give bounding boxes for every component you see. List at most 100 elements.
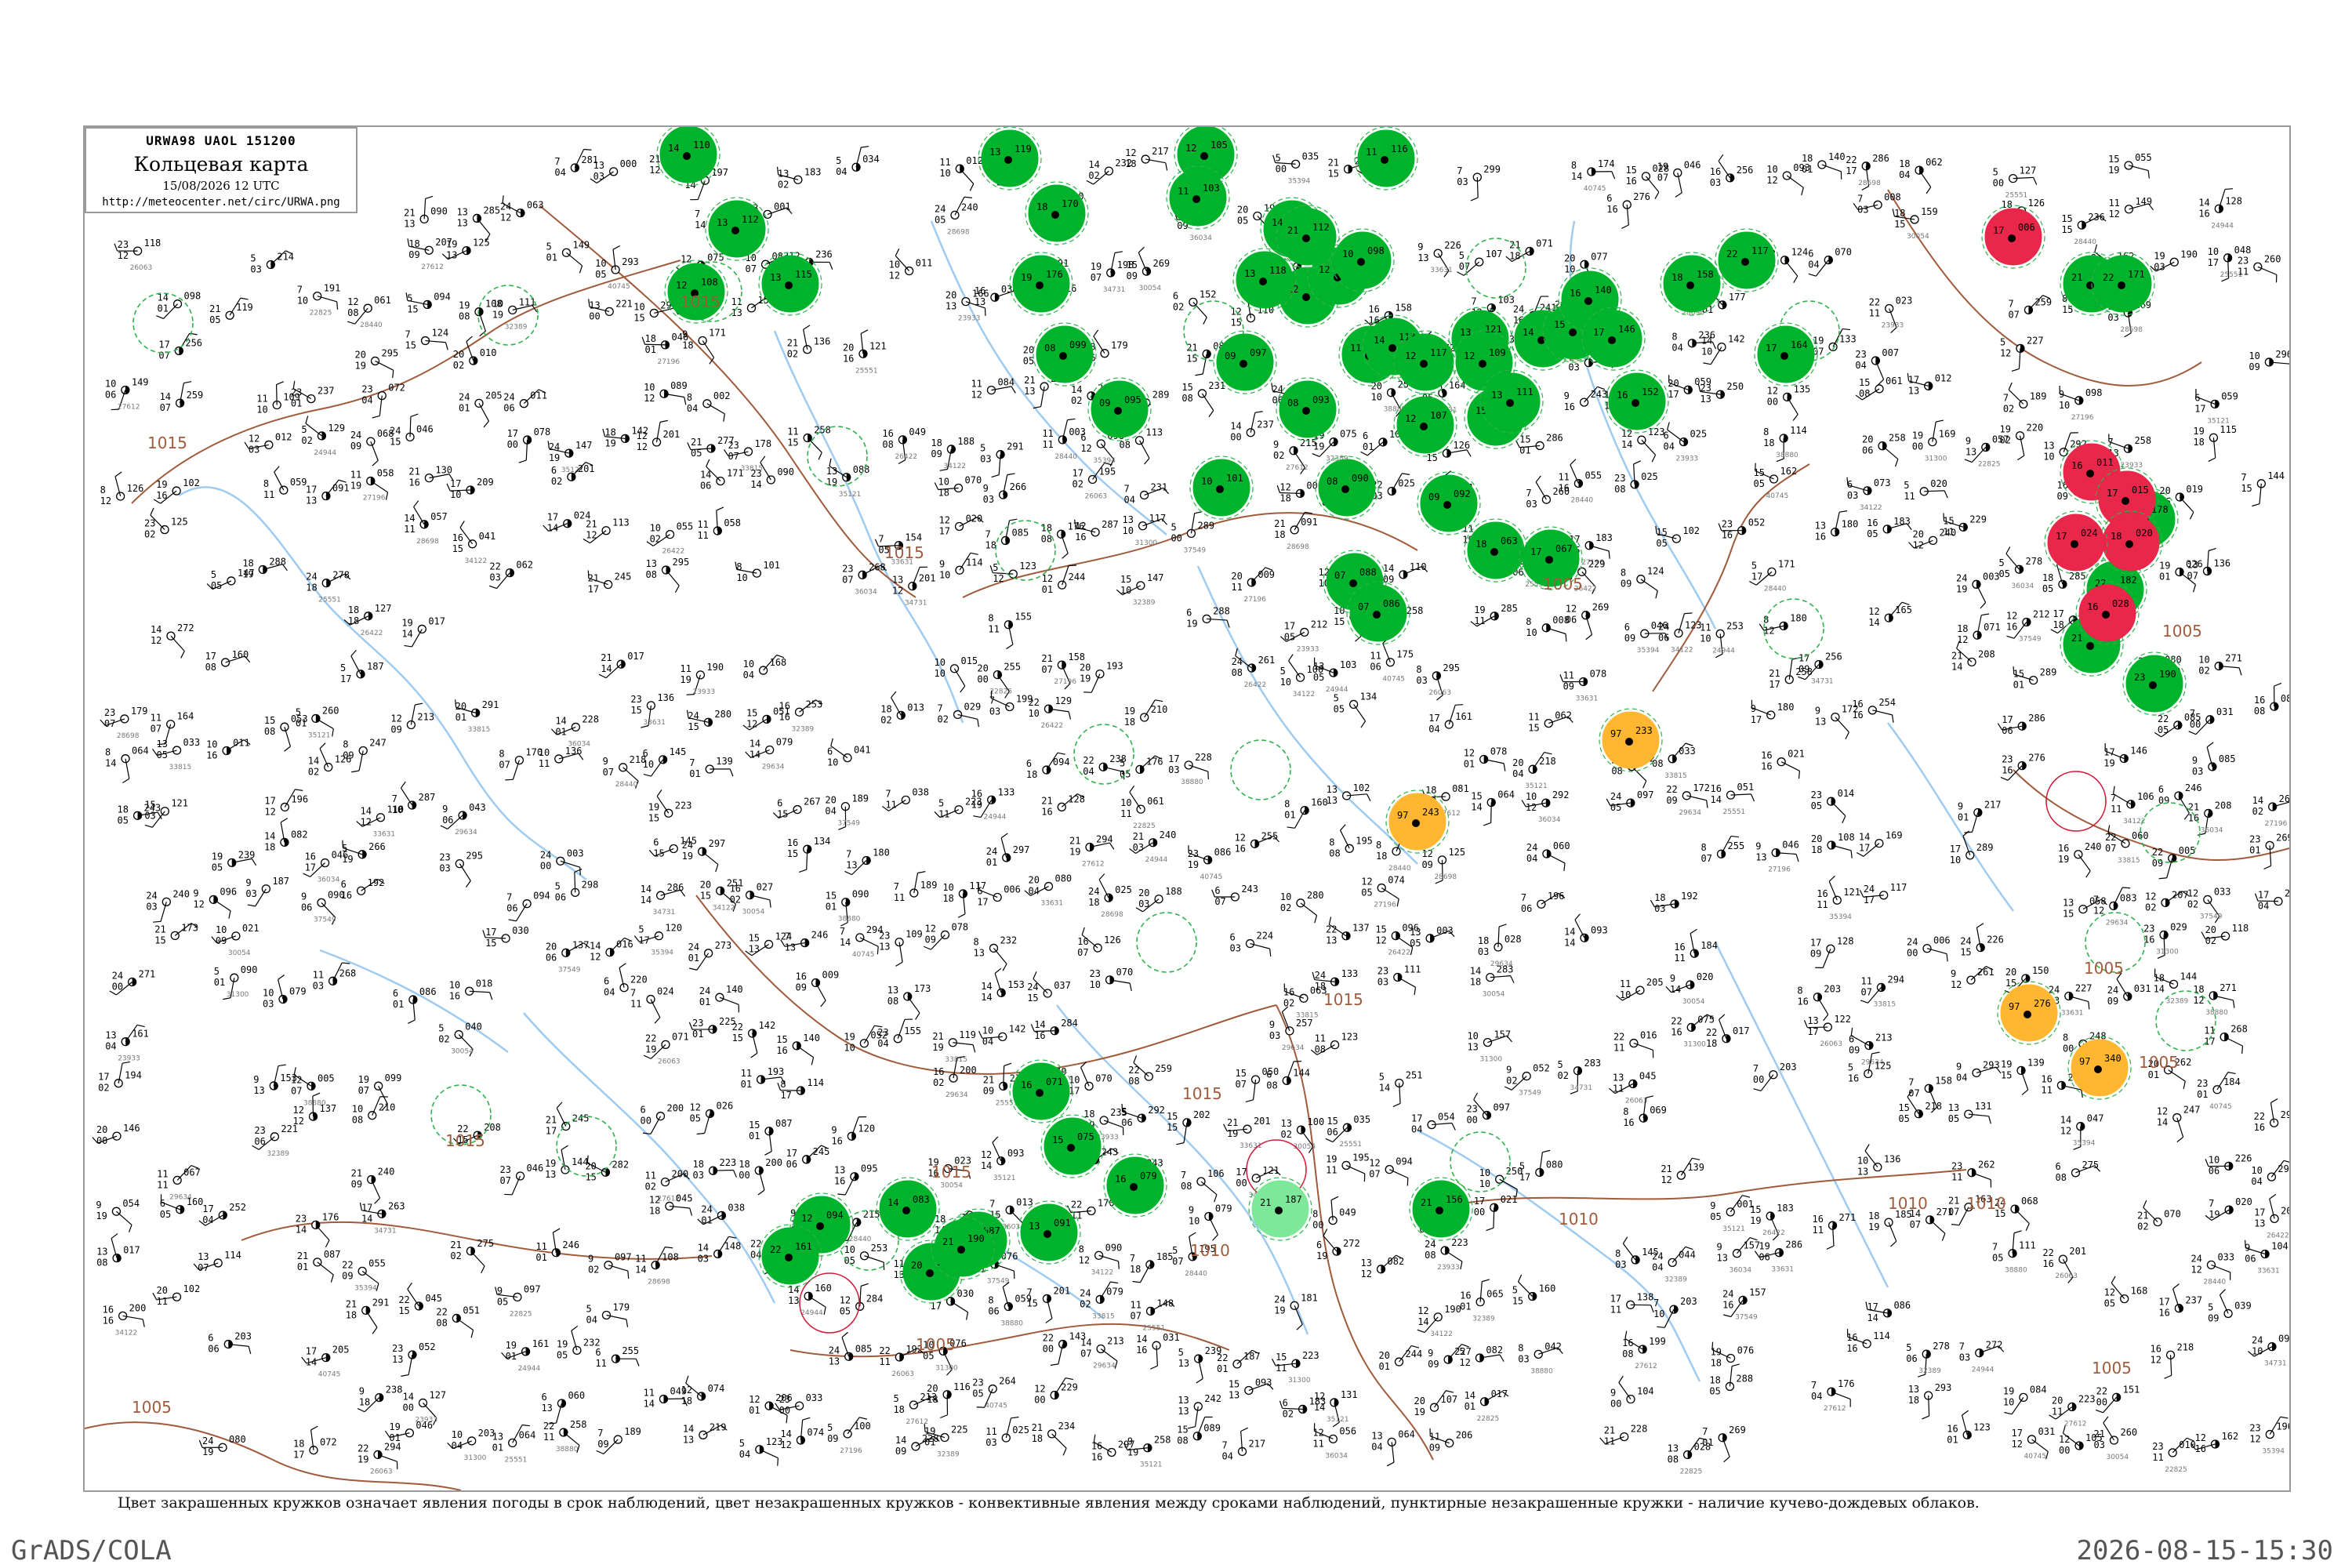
station-dewpoint: 03 (313, 980, 324, 991)
station-dewpoint: 10 (1564, 263, 1575, 274)
station-dewpoint: 15 (648, 812, 659, 823)
station-temperature: 24 (1272, 384, 1283, 395)
wind-barb-feather (330, 1274, 334, 1283)
station-code: 38880 (556, 1446, 579, 1454)
wind-barb-feather (144, 824, 153, 828)
station-dewpoint: 03 (1710, 177, 1721, 188)
wind-barb-feather (228, 910, 231, 919)
station-temperature: 24 (688, 710, 699, 721)
station-plot: 0632412 (500, 195, 544, 223)
wind-barb-feather (654, 1017, 661, 1024)
station-code: 29634 (455, 829, 477, 837)
station-dewpoint: 02 (1080, 1298, 1091, 1309)
station-pressure: 045 (676, 1192, 693, 1203)
station-plot: 2282111 (1599, 1424, 1647, 1447)
wind-barb (1382, 643, 1391, 662)
station-temperature: 12 (939, 514, 950, 525)
station-pressure: 219 (710, 1421, 727, 1432)
station-plot: 291200133815 (455, 699, 499, 734)
station-code: 28440 (1570, 497, 1593, 505)
wind-barb (1822, 949, 1831, 968)
station-plot: 192616 (341, 877, 385, 901)
wind-barb-feather (972, 1044, 976, 1053)
station-temperature: 5 (1459, 250, 1465, 261)
station-temperature: 9 (939, 558, 945, 569)
station-temperature: 11 (1315, 1033, 1326, 1044)
station-dewpoint: 03 (1457, 176, 1468, 187)
station-pressure: 052 (419, 1341, 436, 1352)
station-dewpoint: 16 (1091, 1451, 1102, 1462)
wind-barb-feather (1133, 1055, 1138, 1063)
station-temperature: 17 (786, 1148, 797, 1159)
station-plot: 291503 (980, 441, 1024, 478)
wind-barb-feather (374, 1197, 380, 1204)
station-pressure: 180 (1777, 702, 1795, 713)
station-plot: 079240233815 (1080, 1281, 1123, 1320)
station-temperature: 16 (1817, 888, 1828, 899)
station-temperature: 6 (1266, 1069, 1272, 1080)
station-dewpoint: 04 (361, 395, 372, 406)
station-pressure: 128 (1068, 793, 1085, 804)
station-temperature: 18 (1957, 623, 1968, 634)
station-plot: 133161924944 (971, 786, 1015, 821)
station-temperature: 19 (446, 239, 457, 250)
station-pressure: 064 (132, 746, 149, 757)
station-temperature: 15 (1120, 574, 1131, 585)
station-code: 26063 (1085, 492, 1108, 500)
station-pressure: 171 (1778, 558, 1795, 569)
station-dewpoint: 13 (1815, 717, 1826, 728)
station-code: 30054 (742, 909, 765, 916)
station-temperature: 19 (459, 300, 470, 311)
wind-barb-feather (248, 1346, 252, 1355)
station-temperature: 17 (306, 485, 317, 495)
wind-barb-feather (1457, 271, 1465, 276)
station-pressure: 096 (220, 886, 237, 897)
station-code: 34731 (653, 909, 676, 916)
station-temperature: 14 (555, 715, 566, 726)
station-dewpoint: 09 (924, 934, 935, 945)
station-plot: 1112303 (1377, 964, 1421, 996)
station-plot: 2841205 (840, 1283, 883, 1316)
station-plot: 1851819 (1868, 1209, 1912, 1247)
station-pressure: 113 (612, 517, 630, 528)
station-code: 26422 (1762, 1229, 1785, 1237)
station-pressure: 213 (417, 712, 434, 723)
wind-barb-feather (729, 768, 734, 777)
station-plot: 190111923933 (680, 662, 724, 696)
station-temperature: 23 (439, 852, 450, 863)
station-dewpoint: 03 (985, 1437, 996, 1448)
station-dewpoint: 11 (539, 758, 550, 769)
station-temperature: 16 (1622, 1338, 1633, 1348)
station-dewpoint: 19 (971, 799, 982, 810)
station-pressure: 201 (1053, 1285, 1070, 1296)
wind-barb (1875, 360, 1885, 380)
wind-barb (213, 898, 231, 912)
station-temperature: 18 (1041, 522, 1052, 533)
isobar-line (85, 1421, 462, 1490)
station-dewpoint: 11 (404, 524, 415, 535)
station-plot: 04390629634 (440, 802, 486, 837)
station-temperature: 24 (701, 1203, 712, 1214)
station-temperature: 14 (404, 513, 415, 524)
station-plot: 137200637549 (546, 939, 590, 974)
station-pressure: 058 (377, 468, 394, 479)
station-temperature: 7 (985, 528, 991, 539)
station-dewpoint: 11 (938, 809, 949, 820)
station-plot: 1251913 (441, 238, 490, 261)
station-dewpoint: 12 (590, 952, 601, 963)
station-dewpoint: 02 (1173, 301, 1184, 312)
station-dewpoint: 02 (301, 435, 312, 446)
wind-barb-feather (445, 342, 448, 350)
station-dewpoint: 08 (1232, 667, 1243, 678)
station-plot: 1021313 (1327, 782, 1371, 806)
station-pressure: 246 (562, 1240, 579, 1250)
station-code: 26063 (130, 264, 153, 272)
wind-barb (411, 629, 423, 648)
station-temperature: 18 (1709, 1374, 1720, 1385)
station-temperature: 10 (105, 378, 116, 389)
station-dewpoint: 02 (1506, 1076, 1517, 1087)
station-pressure: 064 (519, 1429, 536, 1440)
station-pressure: 220 (630, 975, 648, 985)
station-plot: 0712118 (1505, 238, 1553, 262)
station-pressure: 179 (131, 706, 148, 717)
